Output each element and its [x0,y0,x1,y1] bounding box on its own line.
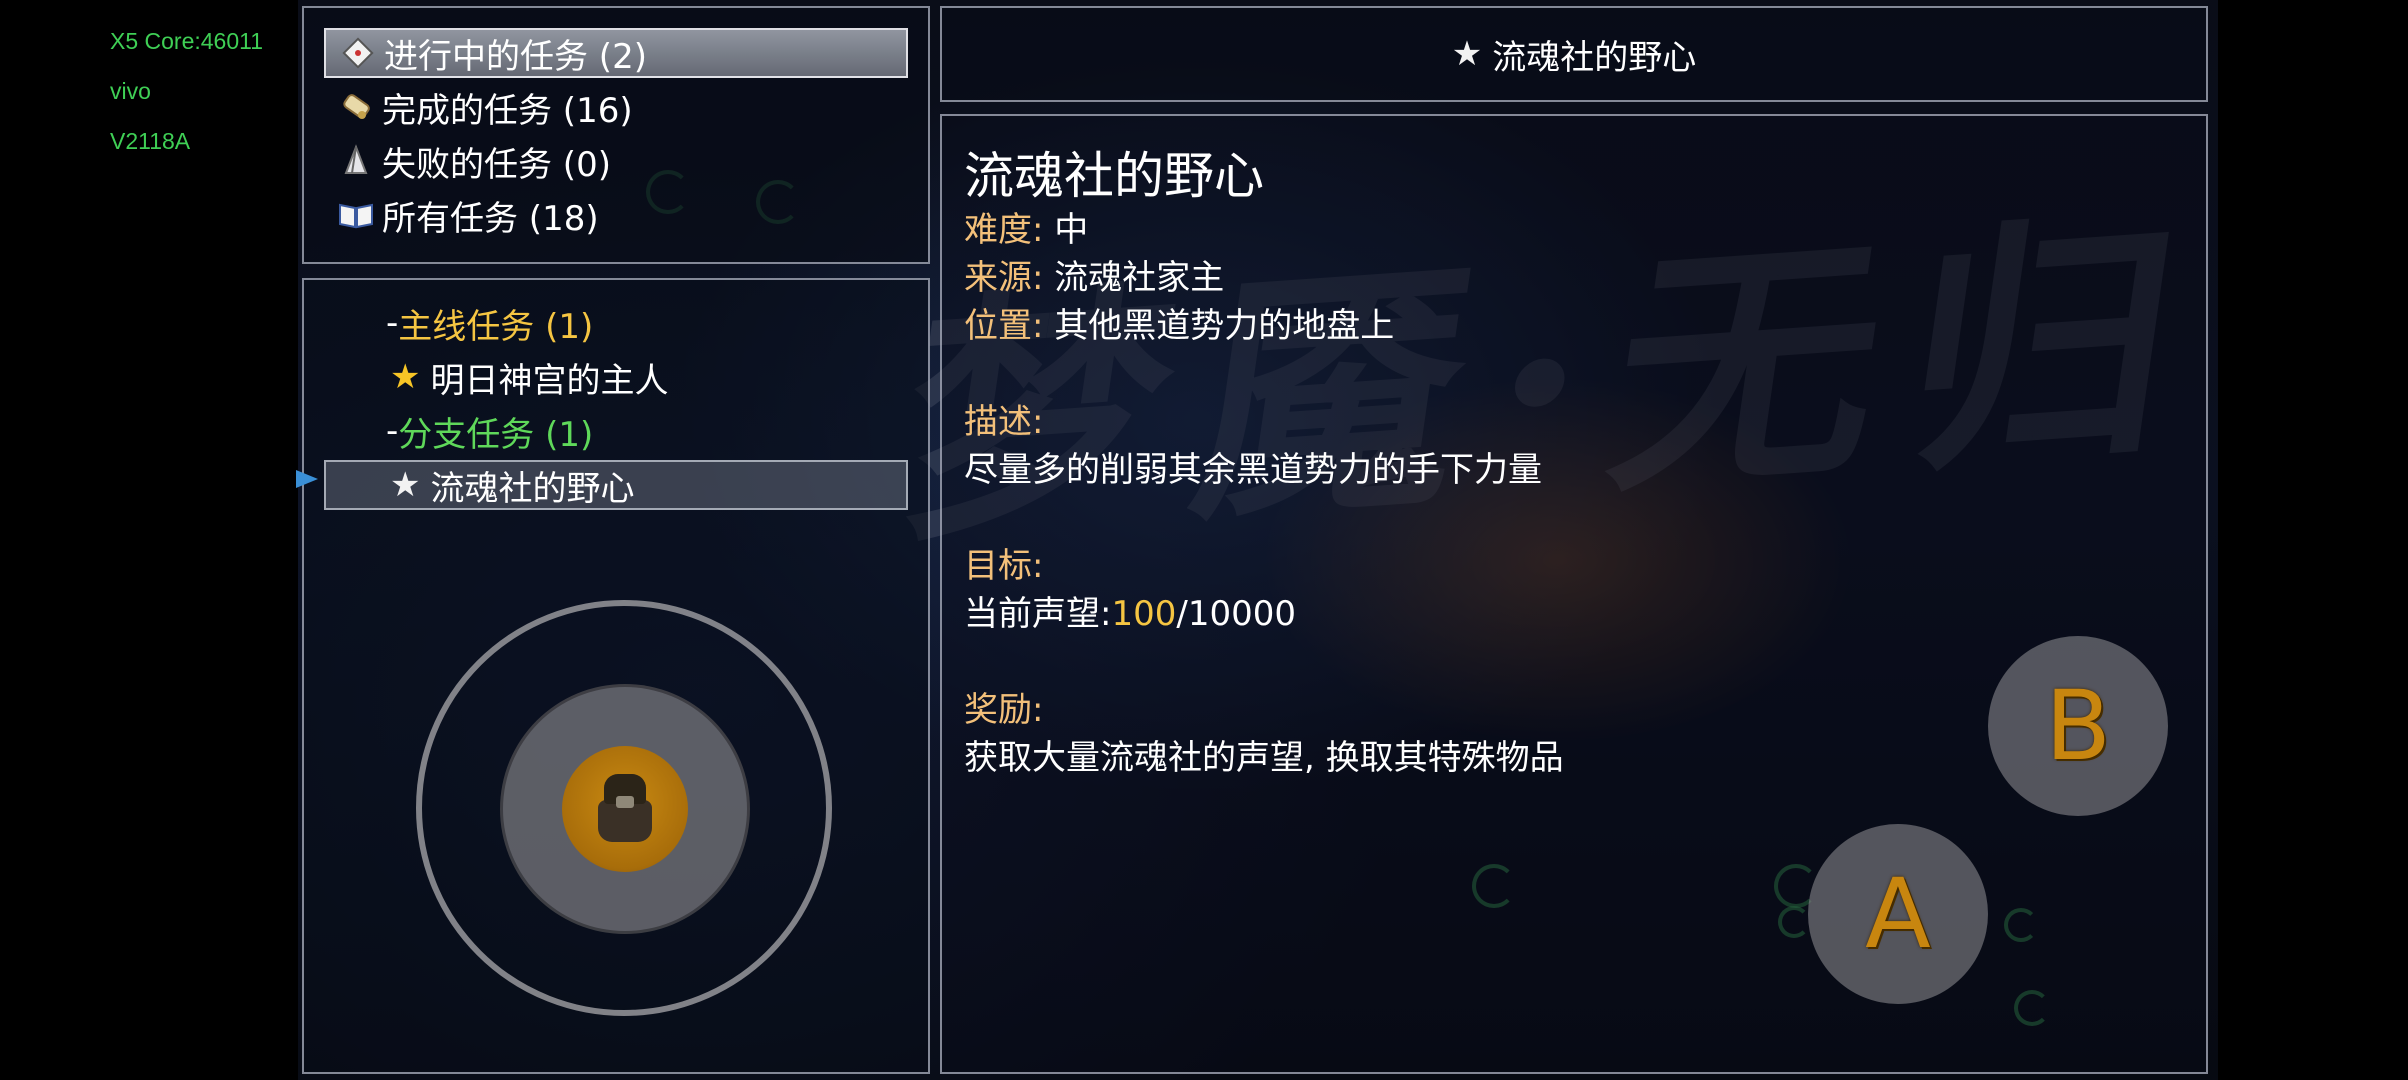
task-label: 明日神宫的主人 [430,360,669,401]
reward-label: 奖励: [964,690,1044,730]
quest-title: 流魂社的野心 [964,147,1264,205]
category-label: 进行中的任务 (2) [384,36,647,77]
open-book-icon [336,195,376,235]
reward-text: 获取大量流魂社的声望, 换取其特殊物品 [964,738,1564,778]
quest-title-bar-text: 流魂社的野心 [1492,37,1697,78]
difficulty-value: 中 [1054,210,1089,250]
category-all[interactable]: 所有任务 (18) [324,190,908,240]
group-header-side[interactable]: - 分支任务 (1) [386,406,970,456]
gold-star-icon: ★ [390,357,421,397]
white-star-icon: ★ [390,465,421,505]
goal-progress: 当前声望:100/10000 [964,586,1296,635]
difficulty-row: 难度: 中 [964,202,1088,251]
joystick-knob[interactable] [562,746,688,872]
action-button-a[interactable]: A [1808,824,1988,1004]
category-failed[interactable]: 失败的任务 (0) [324,136,908,186]
quest-title-bar: ★ 流魂社的野心 [940,6,2208,102]
goal-total: /10000 [1176,594,1296,634]
device-brand-text: vivo [110,78,151,104]
category-in-progress[interactable]: 进行中的任务 (2) [324,28,908,78]
category-label: 失败的任务 (0) [382,144,611,185]
task-item-side-selected[interactable]: ★ 流魂社的野心 [324,460,908,510]
goal-label: 目标: [964,546,1044,586]
game-screen: 梦魇·无归 X5 Core:46011 vivo V2118A 进行中的任务 (… [0,0,2408,1080]
group-label-main: 主线任务 (1) [398,306,594,347]
goal-current: 100 [1111,594,1177,634]
source-label: 来源: [964,258,1044,298]
description-label: 描述: [964,402,1044,442]
location-value: 其他黑道势力的地盘上 [1054,306,1395,346]
source-row: 来源: 流魂社家主 [964,250,1224,299]
category-completed[interactable]: 完成的任务 (16) [324,82,908,132]
category-label: 完成的任务 (16) [382,90,633,131]
category-label: 所有任务 (18) [382,198,599,239]
device-model-text: V2118A [110,128,191,154]
collapse-dash: - [386,303,399,343]
rolled-scroll-icon [336,87,376,127]
collapse-dash: - [386,411,399,451]
device-core-text: X5 Core:46011 [110,28,264,54]
group-label-side: 分支任务 (1) [398,414,594,455]
broken-sail-icon [336,141,376,181]
source-value: 流魂社家主 [1054,258,1225,298]
group-header-main[interactable]: - 主线任务 (1) [386,298,970,348]
armored-warrior-icon [598,774,652,844]
selection-cursor-icon [296,470,318,488]
quest-detail-panel: 流魂社的野心 难度: 中 来源: 流魂社家主 位置: 其他黑道势力的地盘上 描述… [940,114,2208,1074]
scroll-tag-icon [338,33,378,73]
task-item-main[interactable]: ★ 明日神宫的主人 [390,352,974,402]
difficulty-label: 难度: [964,210,1044,250]
location-label: 位置: [964,306,1044,346]
goal-prefix: 当前声望: [964,594,1112,634]
description-text: 尽量多的削弱其余黑道势力的手下力量 [964,450,1542,490]
action-button-b[interactable]: B [1988,636,2168,816]
white-star-icon: ★ [1451,34,1483,74]
location-row: 位置: 其他黑道势力的地盘上 [964,298,1394,347]
task-label: 流魂社的野心 [430,468,635,509]
task-category-panel: 进行中的任务 (2) 完成的任务 (16) 失败的任务 (0) 所有任务 (18… [302,6,930,264]
